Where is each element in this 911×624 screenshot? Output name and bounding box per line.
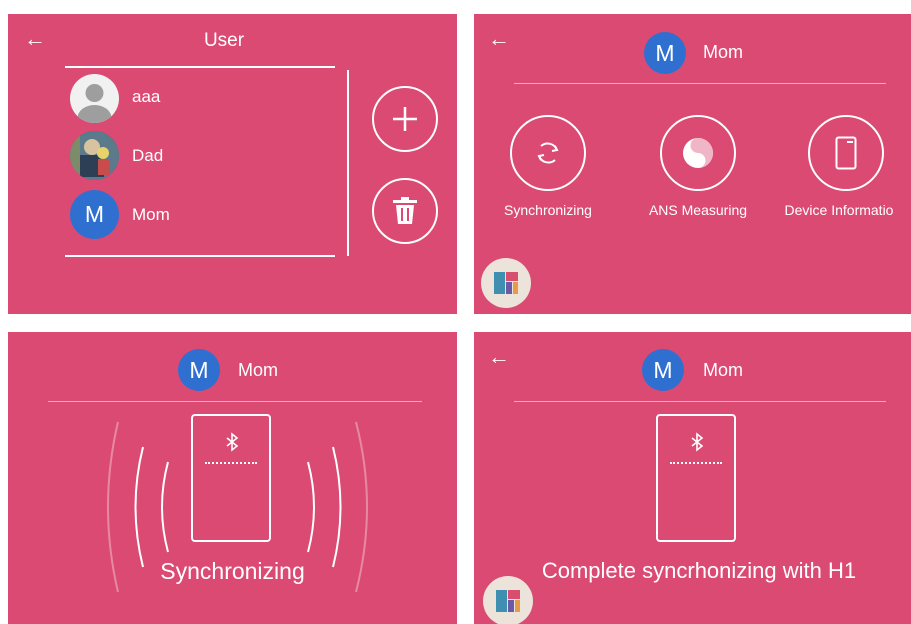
device-information-button[interactable] bbox=[808, 115, 884, 191]
user-item-mom[interactable]: M Mom bbox=[70, 190, 330, 240]
letter-avatar: M bbox=[644, 32, 686, 74]
sync-icon bbox=[537, 142, 559, 164]
app-grid-icon bbox=[494, 272, 518, 294]
synchronizing-label: Synchronizing bbox=[504, 202, 592, 218]
photo-avatar bbox=[70, 131, 119, 180]
letter-avatar: M bbox=[70, 190, 119, 239]
list-bottom-divider bbox=[65, 255, 335, 257]
back-arrow-icon[interactable]: ← bbox=[488, 28, 510, 50]
user-list-screen: ← User aaa Dad M Mom bbox=[8, 14, 457, 314]
ans-measuring-label: ANS Measuring bbox=[648, 202, 748, 218]
device-illustration bbox=[191, 414, 271, 542]
user-name: Mom bbox=[132, 205, 170, 224]
device-illustration bbox=[656, 414, 736, 542]
status-text: Synchronizing bbox=[160, 558, 305, 584]
delete-user-button[interactable] bbox=[372, 178, 438, 244]
header-divider bbox=[48, 401, 422, 402]
device-information-label: Device Informatio bbox=[784, 202, 894, 218]
back-arrow-icon[interactable]: ← bbox=[488, 346, 510, 368]
ans-measuring-button[interactable] bbox=[660, 115, 736, 191]
page-title: User bbox=[203, 30, 245, 51]
menu-screen: ← M Mom Synchronizing ANS Measuring Devi… bbox=[474, 14, 911, 314]
user-item-aaa[interactable]: aaa bbox=[70, 74, 330, 124]
level-meter bbox=[205, 462, 257, 467]
header-divider bbox=[514, 83, 886, 84]
user-name: Mom bbox=[238, 360, 278, 380]
user-name: Mom bbox=[703, 42, 743, 62]
ans-icon bbox=[683, 138, 713, 168]
bluetooth-icon bbox=[226, 432, 239, 452]
user-name: Dad bbox=[132, 146, 164, 165]
trash-icon bbox=[393, 197, 417, 224]
app-switcher-button[interactable] bbox=[481, 258, 531, 308]
default-person-avatar-icon bbox=[70, 74, 119, 123]
user-name: Mom bbox=[703, 360, 743, 380]
synchronizing-screen: M Mom Synchronizing bbox=[8, 332, 457, 624]
add-user-button[interactable] bbox=[372, 86, 438, 152]
sync-complete-screen: ← M Mom Complete syncrhonizing with H1 bbox=[474, 332, 911, 624]
letter-avatar: M bbox=[178, 349, 220, 391]
user-item-dad[interactable]: Dad bbox=[70, 131, 330, 181]
app-grid-icon bbox=[496, 590, 520, 612]
list-top-divider bbox=[65, 66, 335, 68]
plus-icon bbox=[393, 107, 417, 131]
bluetooth-icon bbox=[691, 432, 704, 452]
vertical-divider bbox=[347, 70, 349, 256]
header-divider bbox=[514, 401, 886, 402]
synchronizing-button[interactable] bbox=[510, 115, 586, 191]
level-meter bbox=[670, 462, 722, 467]
status-text: Complete syncrhonizing with H1 bbox=[541, 558, 857, 583]
letter-avatar: M bbox=[642, 349, 684, 391]
app-switcher-button[interactable] bbox=[483, 576, 533, 624]
user-name: aaa bbox=[132, 87, 161, 106]
device-icon bbox=[835, 136, 857, 170]
